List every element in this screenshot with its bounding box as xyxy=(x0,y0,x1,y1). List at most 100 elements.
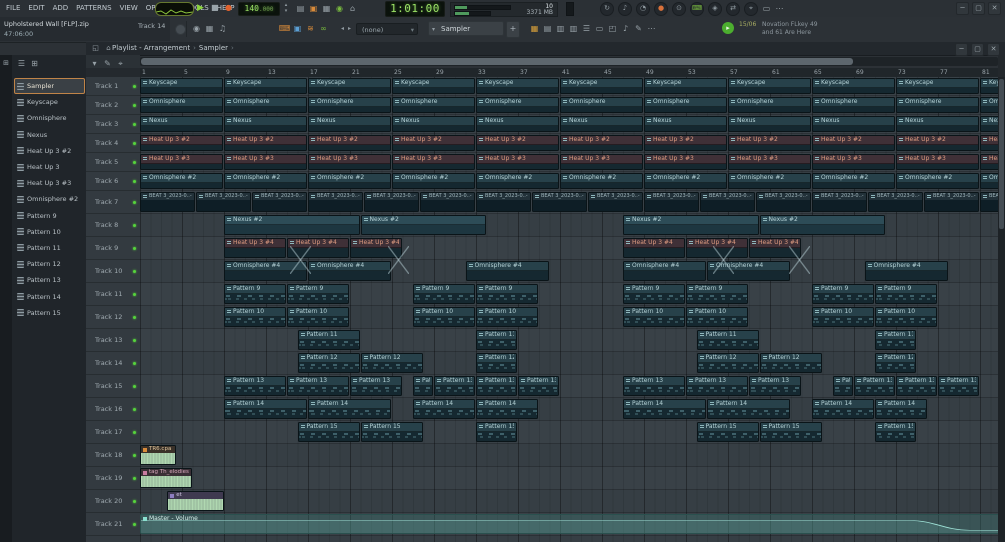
clip-omnisphere[interactable]: Omnisphere xyxy=(728,97,811,113)
clip-omnisphere-2[interactable]: Omnisphere #2 xyxy=(476,173,559,189)
maximize-button[interactable]: ▢ xyxy=(972,2,985,15)
clip-beat-3-2023-0-00-37-master[interactable]: BEAT 3_2023-0..-00-37_Master xyxy=(923,192,979,212)
clip-pattern-11[interactable]: Pattern 11 xyxy=(297,330,360,350)
news-headline-line2[interactable]: and 61 Are Here xyxy=(762,29,811,36)
clip-pattern-15[interactable]: Pattern 15 xyxy=(476,422,517,442)
track-header-18[interactable]: Track 18 xyxy=(86,444,140,467)
clip-nexus[interactable]: Nexus xyxy=(224,116,307,132)
clip-nexus[interactable]: Nexus xyxy=(140,116,223,132)
playlist-button-icon[interactable]: ▦ xyxy=(528,22,541,35)
track-mute-led[interactable] xyxy=(133,338,136,342)
pattern-item-7[interactable]: Heat Up 3 #3 xyxy=(14,175,85,191)
clip-beat-3-2023-0-00-37-master[interactable]: BEAT 3_2023-0..-00-37_Master xyxy=(419,192,475,212)
clip-heat-up-3-3[interactable]: Heat Up 3 #3 xyxy=(476,154,559,170)
clip-omnisphere-2[interactable]: Omnisphere #2 xyxy=(560,173,643,189)
clip-pattern-14[interactable]: Pattern 14 xyxy=(224,399,307,419)
clip-omnisphere-4[interactable]: Omnisphere #4 xyxy=(864,261,948,281)
clip-heat-up-3-3[interactable]: Heat Up 3 #3 xyxy=(644,154,727,170)
panels-icon[interactable]: ▦ xyxy=(203,22,216,35)
mixer-icon[interactable]: ▥ xyxy=(567,22,580,35)
clip-pattern-15[interactable]: Pattern 15 xyxy=(297,422,360,442)
clip-omnisphere[interactable]: Omnisphere xyxy=(308,97,391,113)
clip-omnisphere-4[interactable]: Omnisphere #4 xyxy=(308,261,391,281)
loop-icon[interactable]: ↻ xyxy=(600,2,614,16)
clip-omnisphere[interactable]: Omnisphere xyxy=(476,97,559,113)
track-mute-led[interactable] xyxy=(133,407,136,411)
script-editor-icon[interactable]: ✎ xyxy=(632,22,645,35)
clip-keyscape[interactable]: Keyscape xyxy=(224,78,307,94)
detach-icon[interactable]: ◱ xyxy=(89,42,102,55)
clip-nexus-2[interactable]: Nexus #2 xyxy=(224,215,360,235)
clip-pattern-9[interactable]: Pattern 9 xyxy=(413,284,475,304)
hint-knob[interactable] xyxy=(175,24,186,35)
track-mute-led[interactable] xyxy=(133,522,136,526)
next-pattern-icon[interactable]: ▸ xyxy=(348,25,351,32)
vertical-scrollbar[interactable] xyxy=(998,77,1005,542)
clip-beat-3-2023-0-00-37-master[interactable]: BEAT 3_2023-0..-00-37_Master xyxy=(979,192,998,212)
clip-nexus-2[interactable]: Nexus #2 xyxy=(360,215,486,235)
link-controller-icon[interactable]: ∞ xyxy=(317,22,330,35)
track-mute-led[interactable] xyxy=(133,361,136,365)
pattern-item-14[interactable]: Pattern 14 xyxy=(14,288,85,304)
menu-edit[interactable]: EDIT xyxy=(24,0,48,16)
clip-heat-up-3-3[interactable]: Heat Up 3 #3 xyxy=(728,154,811,170)
clip-pattern-12[interactable]: Pattern 12 xyxy=(875,353,916,373)
audio-settings-icon[interactable]: ♫ xyxy=(216,22,229,35)
clip-beat-3-2023-0-00-37-master[interactable]: BEAT 3_2023-0..-00-37_Master xyxy=(363,192,419,212)
add-channel-button[interactable]: + xyxy=(506,21,520,38)
clip-keyscape[interactable]: Keyscape xyxy=(728,78,811,94)
tempo-display[interactable]: 140.000 xyxy=(238,2,280,16)
loop-record-icon[interactable]: ▣ xyxy=(307,2,320,15)
clip-et[interactable]: et xyxy=(167,491,225,511)
clip-beat-3-2023-0-00-37-master[interactable]: BEAT 3_2023-0..-00-37_Master xyxy=(867,192,923,212)
clip-pattern-13[interactable]: Pattern 13 xyxy=(896,376,937,396)
menu-patterns[interactable]: PATTERNS xyxy=(72,0,115,16)
clip-pattern-11[interactable]: Pattern 11 xyxy=(696,330,759,350)
clip-nexus[interactable]: Nexus xyxy=(308,116,391,132)
clip-pattern-10[interactable]: Pattern 10 xyxy=(623,307,685,327)
clip-keyscape[interactable]: Keyscape xyxy=(896,78,979,94)
clip-pattern-13[interactable]: Pattern 13 xyxy=(413,376,433,396)
track-mute-led[interactable] xyxy=(133,246,136,250)
prev-pattern-icon[interactable]: ◂ xyxy=(341,25,344,32)
track-mute-led[interactable] xyxy=(133,84,136,88)
more-tools-icon[interactable]: ⋯ xyxy=(645,22,658,35)
track-mute-led[interactable] xyxy=(133,103,136,107)
clip-heat-up-3-3[interactable]: Heat Up 3 #3 xyxy=(896,154,979,170)
clip-pattern-13[interactable]: Pattern 13 xyxy=(686,376,748,396)
track-header-22[interactable]: Track 22 xyxy=(86,536,140,542)
clip-pattern-12[interactable]: Pattern 12 xyxy=(759,353,822,373)
track-mute-led[interactable] xyxy=(133,453,136,457)
clip-pattern-9[interactable]: Pattern 9 xyxy=(686,284,748,304)
clip-heat-up-3-3[interactable]: Heat Up 3 #3 xyxy=(224,154,307,170)
track-header-1[interactable]: Track 1 xyxy=(86,77,140,96)
clip-pattern-9[interactable]: Pattern 9 xyxy=(287,284,349,304)
clip-heat-up-3-4[interactable]: Heat Up 3 #4 xyxy=(623,238,685,258)
step-edit-icon[interactable]: ⊙ xyxy=(672,2,686,16)
clip-pattern-12[interactable]: Pattern 12 xyxy=(360,353,423,373)
clip-keyscape[interactable]: Keyscape xyxy=(392,78,475,94)
menu-add[interactable]: ADD xyxy=(49,0,73,16)
clip-pattern-13[interactable]: Pattern 13 xyxy=(833,376,853,396)
minimize-button[interactable]: ─ xyxy=(956,2,969,15)
clip-heat-up-3-2[interactable]: Heat Up 3 #2 xyxy=(308,135,391,151)
clip-pattern-13[interactable]: Pattern 13 xyxy=(749,376,801,396)
clip-pattern-13[interactable]: Pattern 13 xyxy=(287,376,349,396)
track-header-4[interactable]: Track 4 xyxy=(86,134,140,153)
clip-omnisphere-4[interactable]: Omnisphere #4 xyxy=(623,261,706,281)
clip-omnisphere[interactable]: Omnisphere xyxy=(644,97,727,113)
clip-pattern-10[interactable]: Pattern 10 xyxy=(413,307,475,327)
pattern-item-10[interactable]: Pattern 10 xyxy=(14,224,85,240)
track-mute-led[interactable] xyxy=(133,160,136,164)
clip-pattern-14[interactable]: Pattern 14 xyxy=(875,399,927,419)
clip-pattern-10[interactable]: Pattern 10 xyxy=(224,307,286,327)
pattern-item-11[interactable]: Pattern 11 xyxy=(14,240,85,256)
clip-heat-up-3-3[interactable]: Heat Up 3 #3 xyxy=(392,154,475,170)
horizontal-scrollbar[interactable] xyxy=(140,57,998,66)
clip-heat-up-3-3[interactable]: Heat Up 3 #3 xyxy=(308,154,391,170)
track-header-14[interactable]: Track 14 xyxy=(86,352,140,375)
pattern-grid-icon[interactable]: ⊞ xyxy=(28,57,41,70)
clip-pattern-14[interactable]: Pattern 14 xyxy=(413,399,475,419)
track-mute-led[interactable] xyxy=(133,430,136,434)
time-display[interactable]: 1:01:00 xyxy=(385,1,445,17)
